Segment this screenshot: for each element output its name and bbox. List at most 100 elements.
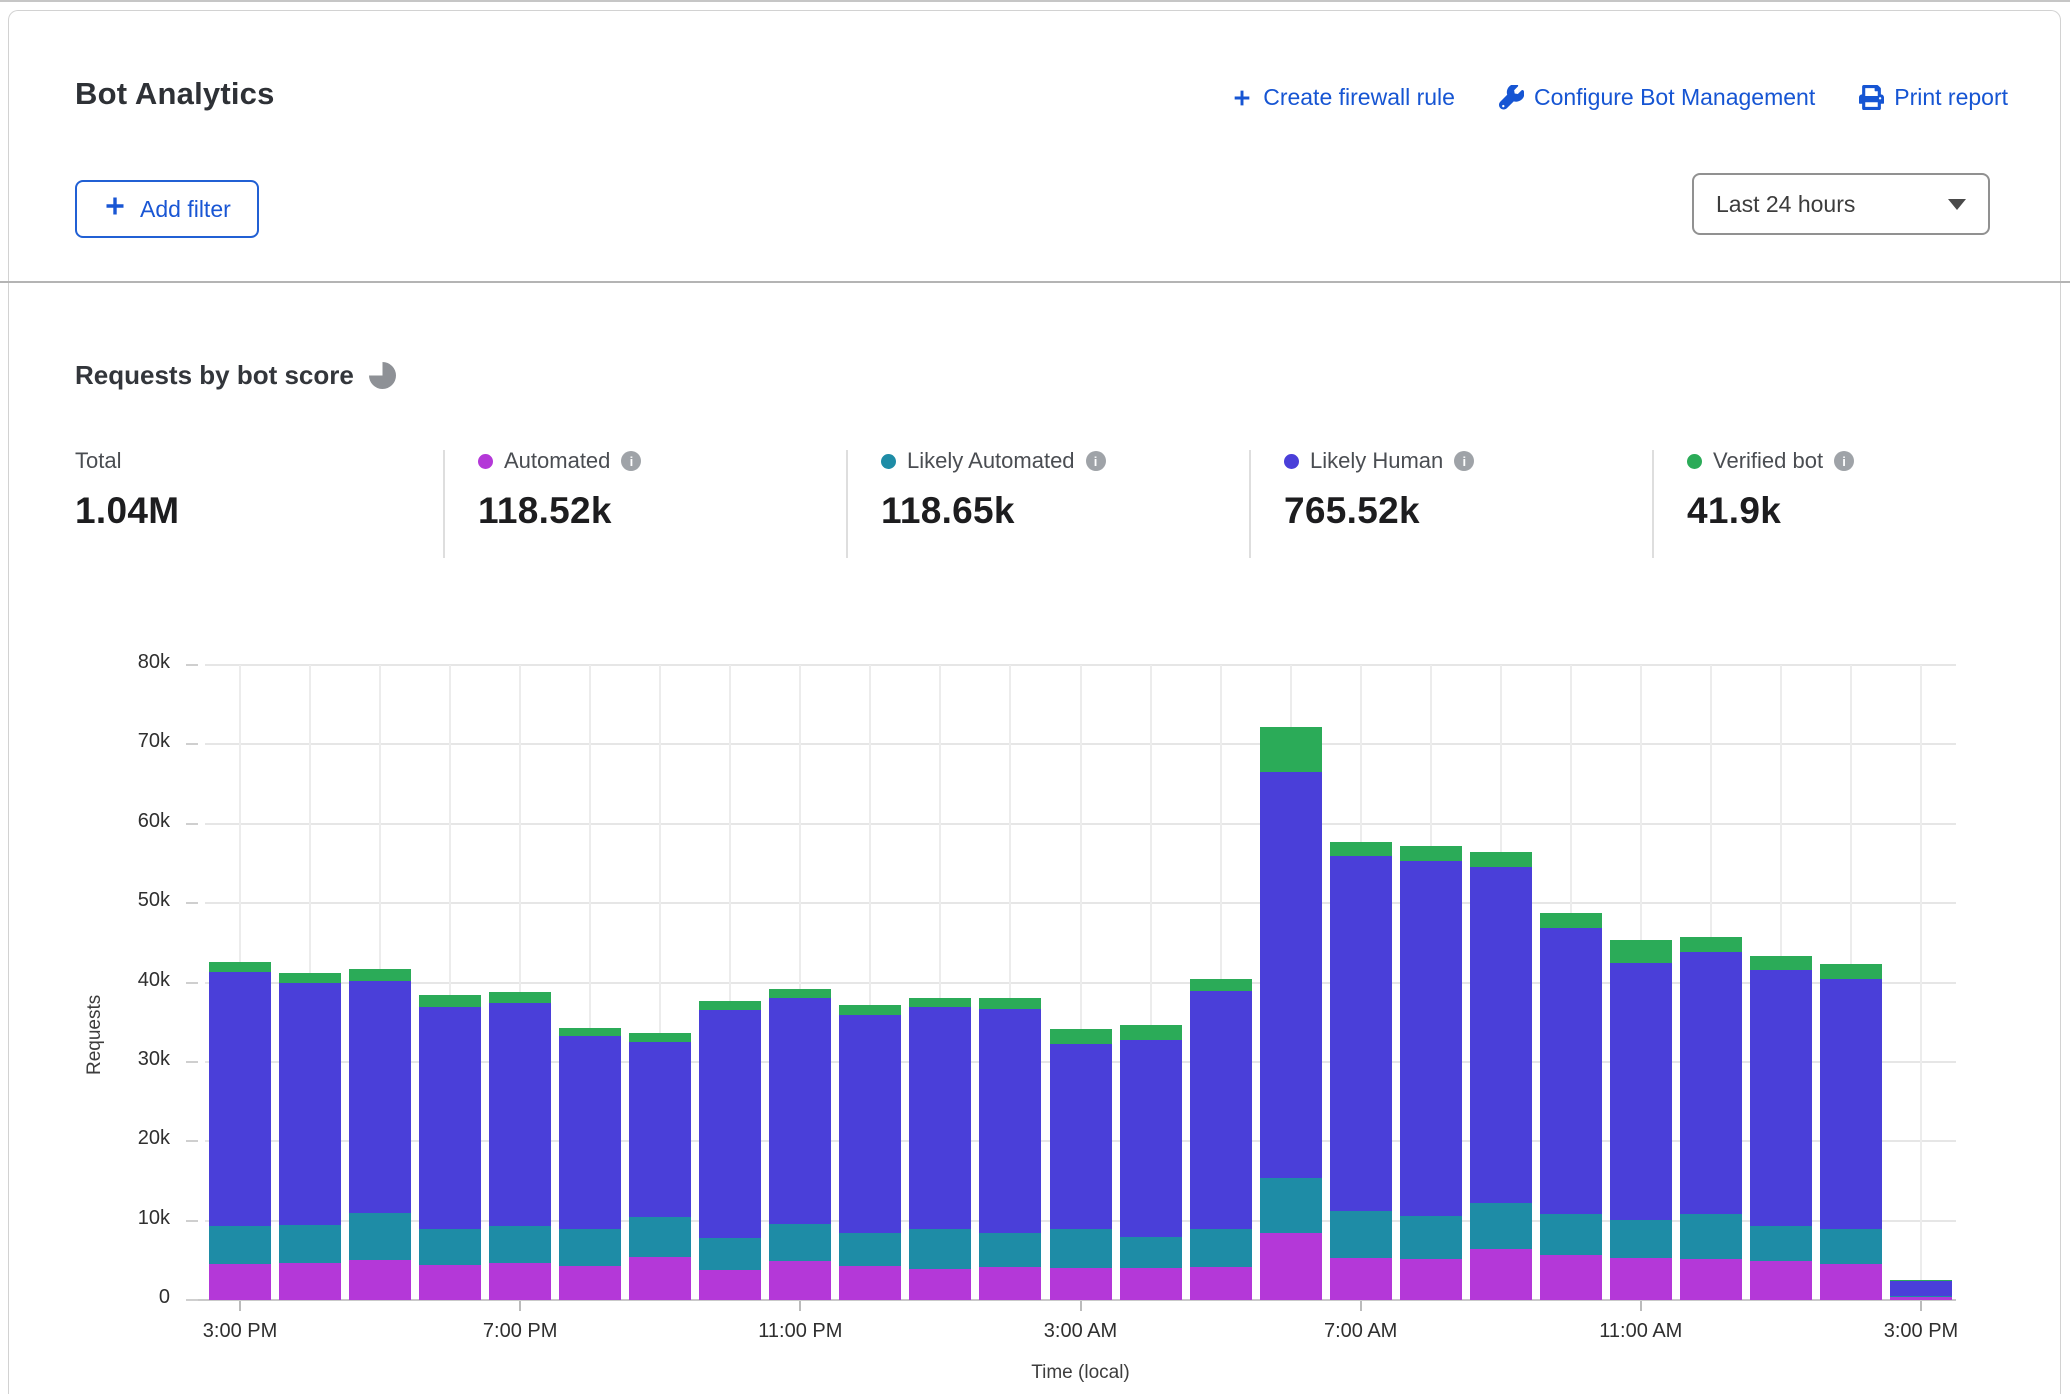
bar-segment-likely-human[interactable] — [279, 983, 341, 1225]
bar-segment-likely-human[interactable] — [209, 972, 271, 1226]
bar-segment-likely-human[interactable] — [489, 1003, 551, 1226]
bar-segment-automated[interactable] — [559, 1266, 621, 1300]
bar-segment-automated[interactable] — [1400, 1259, 1462, 1300]
bar-segment-likely-human[interactable] — [979, 1009, 1041, 1233]
bar-segment-likely-automated[interactable] — [1400, 1216, 1462, 1259]
bar-segment-likely-human[interactable] — [349, 981, 411, 1213]
bar-segment-verified-bot[interactable] — [1750, 956, 1812, 969]
bar-segment-likely-automated[interactable] — [979, 1233, 1041, 1268]
chart-bar-10-00-pm[interactable] — [699, 1001, 761, 1300]
bar-segment-verified-bot[interactable] — [1260, 727, 1322, 772]
bar-segment-automated[interactable] — [1330, 1258, 1392, 1300]
bar-segment-likely-automated[interactable] — [349, 1213, 411, 1261]
bar-segment-likely-automated[interactable] — [699, 1238, 761, 1270]
chart-bar-3-00-pm[interactable] — [209, 962, 271, 1300]
chart-bar-4-00-am[interactable] — [1120, 1025, 1182, 1300]
bar-segment-automated[interactable] — [1260, 1233, 1322, 1300]
bar-segment-verified-bot[interactable] — [839, 1005, 901, 1015]
bar-segment-verified-bot[interactable] — [909, 998, 971, 1007]
bar-segment-likely-automated[interactable] — [1610, 1220, 1672, 1258]
chart-bar-5-00-am[interactable] — [1190, 979, 1252, 1300]
create-firewall-rule-link[interactable]: Create firewall rule — [1231, 84, 1455, 111]
chart-bar-7-00-am[interactable] — [1330, 842, 1392, 1300]
bar-segment-likely-automated[interactable] — [279, 1225, 341, 1262]
add-filter-button[interactable]: Add filter — [75, 180, 259, 238]
bar-segment-automated[interactable] — [1540, 1255, 1602, 1300]
bar-segment-likely-human[interactable] — [1750, 970, 1812, 1226]
bar-segment-likely-automated[interactable] — [629, 1217, 691, 1257]
info-icon[interactable]: i — [621, 451, 641, 471]
bar-segment-automated[interactable] — [979, 1267, 1041, 1300]
chart-bar-4-00-pm[interactable] — [279, 973, 341, 1300]
bar-segment-automated[interactable] — [1680, 1259, 1742, 1300]
chart-bar-11-00-pm[interactable] — [769, 989, 831, 1300]
info-icon[interactable]: i — [1454, 451, 1474, 471]
bar-segment-likely-automated[interactable] — [839, 1233, 901, 1266]
chart-bar-10-00-am[interactable] — [1540, 913, 1602, 1300]
bar-segment-automated[interactable] — [1120, 1268, 1182, 1300]
bar-segment-automated[interactable] — [839, 1266, 901, 1300]
bar-segment-likely-human[interactable] — [1330, 856, 1392, 1211]
bar-segment-likely-human[interactable] — [1890, 1281, 1952, 1296]
bar-segment-automated[interactable] — [909, 1269, 971, 1300]
bar-segment-verified-bot[interactable] — [1610, 940, 1672, 963]
bar-segment-likely-human[interactable] — [1400, 861, 1462, 1216]
bar-segment-likely-human[interactable] — [1540, 928, 1602, 1215]
bar-segment-verified-bot[interactable] — [1190, 979, 1252, 992]
bar-segment-automated[interactable] — [1610, 1258, 1672, 1300]
bar-segment-verified-bot[interactable] — [349, 969, 411, 981]
bar-segment-automated[interactable] — [1750, 1261, 1812, 1300]
bar-segment-verified-bot[interactable] — [979, 998, 1041, 1008]
bar-segment-automated[interactable] — [279, 1263, 341, 1300]
chart-bar-1-00-pm[interactable] — [1750, 956, 1812, 1300]
bar-segment-verified-bot[interactable] — [209, 962, 271, 972]
time-range-select[interactable]: Last 24 hours — [1692, 173, 1990, 235]
bar-segment-likely-human[interactable] — [1260, 772, 1322, 1178]
print-report-link[interactable]: Print report — [1859, 84, 2008, 111]
bar-segment-likely-human[interactable] — [1470, 867, 1532, 1204]
chart-bar-1-00-am[interactable] — [909, 998, 971, 1300]
bar-segment-likely-automated[interactable] — [1680, 1214, 1742, 1259]
bar-segment-verified-bot[interactable] — [1540, 913, 1602, 928]
bar-segment-likely-human[interactable] — [1120, 1040, 1182, 1238]
bar-segment-likely-automated[interactable] — [1260, 1178, 1322, 1233]
bar-segment-verified-bot[interactable] — [419, 995, 481, 1007]
info-icon[interactable]: i — [1086, 451, 1106, 471]
chart-bar-2-00-pm[interactable] — [1820, 964, 1882, 1300]
bar-segment-likely-human[interactable] — [909, 1007, 971, 1229]
bar-segment-likely-automated[interactable] — [1120, 1237, 1182, 1268]
bar-segment-likely-automated[interactable] — [1050, 1229, 1112, 1268]
chart-bar-3-00-am[interactable] — [1050, 1029, 1112, 1300]
bar-segment-likely-automated[interactable] — [1330, 1211, 1392, 1258]
chart-bar-9-00-am[interactable] — [1470, 852, 1532, 1300]
bar-segment-likely-automated[interactable] — [489, 1226, 551, 1263]
chart-bar-6-00-am[interactable] — [1260, 727, 1322, 1300]
chart-bar-8-00-pm[interactable] — [559, 1028, 621, 1300]
chart-bar-12-00-am[interactable] — [839, 1005, 901, 1300]
bar-segment-verified-bot[interactable] — [769, 989, 831, 998]
bar-segment-likely-automated[interactable] — [769, 1224, 831, 1261]
bar-segment-likely-human[interactable] — [419, 1007, 481, 1229]
bar-segment-verified-bot[interactable] — [629, 1033, 691, 1042]
chart-bar-11-00-am[interactable] — [1610, 940, 1672, 1300]
bar-segment-automated[interactable] — [489, 1263, 551, 1300]
bar-segment-verified-bot[interactable] — [279, 973, 341, 983]
bar-segment-likely-human[interactable] — [1610, 963, 1672, 1220]
bar-segment-automated[interactable] — [1890, 1297, 1952, 1300]
bar-segment-automated[interactable] — [1470, 1249, 1532, 1300]
bar-segment-likely-human[interactable] — [1050, 1044, 1112, 1230]
chart-bar-2-00-am[interactable] — [979, 998, 1041, 1300]
bar-segment-verified-bot[interactable] — [559, 1028, 621, 1036]
bar-segment-likely-human[interactable] — [1190, 991, 1252, 1228]
bar-segment-automated[interactable] — [769, 1261, 831, 1300]
bar-segment-automated[interactable] — [209, 1264, 271, 1301]
bar-segment-verified-bot[interactable] — [1050, 1029, 1112, 1043]
bar-segment-automated[interactable] — [1820, 1264, 1882, 1301]
chart-bar-6-00-pm[interactable] — [419, 995, 481, 1300]
bar-segment-automated[interactable] — [699, 1270, 761, 1300]
bar-segment-likely-automated[interactable] — [209, 1226, 271, 1263]
bar-segment-likely-human[interactable] — [559, 1036, 621, 1229]
bar-segment-likely-human[interactable] — [629, 1042, 691, 1217]
bar-segment-likely-automated[interactable] — [559, 1229, 621, 1266]
bar-segment-likely-automated[interactable] — [1750, 1226, 1812, 1261]
